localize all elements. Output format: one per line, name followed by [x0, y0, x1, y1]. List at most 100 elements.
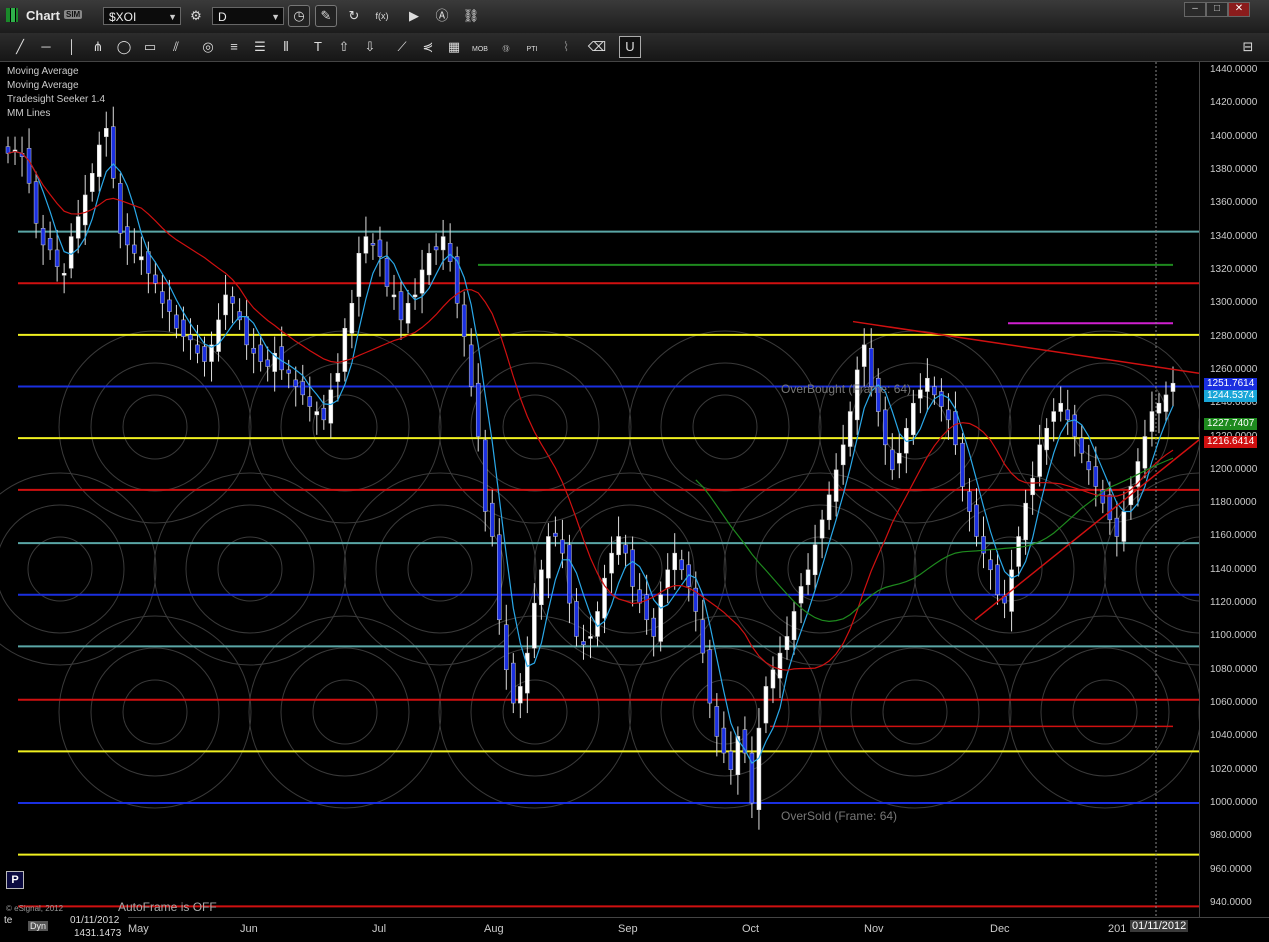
dyn-badge[interactable]: Dyn — [28, 921, 49, 931]
candle-body — [314, 411, 320, 416]
cycle-circle — [248, 615, 442, 809]
candle-body — [195, 344, 200, 354]
text-tool-icon[interactable]: T — [308, 37, 328, 57]
pitchfork-icon[interactable]: ⋔ — [88, 37, 108, 57]
candle-body — [419, 269, 425, 294]
ellipse-icon[interactable]: ◯ — [114, 37, 134, 57]
chart-plot-area[interactable] — [0, 62, 1199, 917]
cycle-circle — [280, 362, 410, 492]
candle-body — [1093, 466, 1099, 487]
candle-body — [1142, 436, 1148, 469]
refresh-icon[interactable]: ↻ — [344, 6, 364, 26]
chevron-down-icon[interactable]: ▼ — [271, 8, 280, 26]
candle-body — [1065, 409, 1070, 421]
study-legend-item[interactable]: MM Lines — [7, 107, 105, 121]
mob-icon[interactable]: MOB — [470, 37, 490, 57]
cycles-icon[interactable]: ◎ — [198, 37, 218, 57]
study-legend-item[interactable]: Moving Average — [7, 65, 105, 79]
history-clock-icon[interactable]: ◷ — [288, 5, 310, 27]
candle-body — [1086, 461, 1092, 471]
vertical-line-icon[interactable]: │ — [62, 37, 82, 57]
candle-body — [75, 216, 81, 239]
cycle-circle — [723, 472, 917, 666]
candle-body — [707, 649, 713, 704]
candle-body — [468, 344, 474, 387]
candle-body — [918, 389, 923, 399]
cycle-circle — [407, 536, 473, 602]
candle-body — [665, 569, 670, 589]
properties-button[interactable]: P — [6, 871, 24, 889]
candle-body — [47, 238, 53, 251]
candle-body — [777, 652, 783, 679]
fib-time-icon[interactable]: ⦀ — [276, 37, 296, 57]
candle-body — [798, 586, 804, 604]
speed-lines-icon[interactable]: ⋞ — [418, 37, 438, 57]
toolbar-options-icon[interactable]: ⊟ — [1238, 37, 1258, 57]
date-tick-label: Aug — [484, 923, 504, 935]
pattern-icon[interactable]: ⌇ — [556, 37, 576, 57]
fib-extension-icon[interactable]: ☰ — [250, 37, 270, 57]
cycle-circle — [122, 679, 188, 745]
candle-body — [426, 253, 432, 276]
window-title: Chart — [26, 8, 60, 23]
date-axis[interactable]: 01/11/2012 May Jun Jul Aug Sep Oct Nov Dec 201 — [0, 917, 1269, 942]
price-tick-label: 1360.0000 — [1210, 197, 1258, 209]
cycle-circle — [1008, 615, 1199, 809]
grid-icon[interactable]: ▦ — [444, 37, 464, 57]
close-button[interactable]: ✕ — [1228, 2, 1250, 17]
play-icon[interactable]: ▶ — [404, 6, 424, 26]
arrow-up-icon[interactable]: ⇧ — [334, 37, 354, 57]
rectangle-icon[interactable]: ▭ — [140, 37, 160, 57]
interval-select[interactable]: D ▼ — [212, 7, 284, 25]
candle-body — [546, 536, 551, 579]
magnet-icon[interactable]: U — [619, 36, 641, 58]
channel-icon[interactable]: ⫽ — [166, 37, 186, 57]
cursor-readout: te 01/11/2012 1431.1473 Dyn — [0, 913, 128, 941]
arrow-down-icon[interactable]: ⇩ — [360, 37, 380, 57]
candle-body — [349, 302, 355, 334]
chevron-down-icon[interactable]: ▼ — [168, 8, 177, 26]
symbol-input[interactable]: $XOI ▼ — [103, 7, 181, 25]
candle-body — [286, 369, 291, 374]
price-flag: 1251.7614 — [1204, 377, 1258, 390]
candle-body — [1023, 502, 1028, 541]
gann-fan-icon[interactable]: ⟋ — [392, 37, 412, 57]
candle-body — [630, 549, 635, 587]
interval-value: D — [218, 10, 227, 24]
price-chart[interactable] — [0, 62, 1199, 917]
link-settings-icon[interactable]: ⚙ — [186, 6, 206, 26]
price-axis[interactable]: 1440.0000 1420.0000 1400.0000 1380.0000 1360… — [1199, 62, 1269, 917]
cycle-circle — [533, 472, 727, 666]
eraser-icon[interactable]: ⌫ — [587, 37, 607, 57]
cycle-circle — [312, 679, 378, 745]
fib-retracement-icon[interactable]: ≡ — [224, 37, 244, 57]
candle-body — [405, 302, 411, 324]
maximize-button[interactable]: □ — [1206, 2, 1228, 17]
study-legend-item[interactable]: Moving Average — [7, 79, 105, 93]
pti-icon[interactable]: PTI — [522, 37, 542, 57]
horizontal-line-icon[interactable]: ─ — [36, 37, 56, 57]
minimize-button[interactable]: – — [1184, 2, 1206, 17]
link-chain-icon[interactable]: ⛓ — [461, 6, 481, 26]
candle-body — [223, 294, 228, 316]
formula-fx-icon[interactable]: f(x) — [372, 6, 392, 26]
candle-body — [805, 569, 811, 586]
candle-body — [111, 126, 116, 179]
cycle-circle — [470, 647, 600, 777]
candle-body — [897, 452, 902, 464]
candle-body — [791, 611, 797, 641]
alert-icon[interactable]: Ⓐ — [432, 6, 452, 26]
candle-body — [258, 344, 263, 362]
candle-body — [623, 544, 628, 554]
candle-body — [5, 146, 11, 154]
candle-body — [174, 314, 179, 329]
candle-body — [756, 727, 762, 810]
price-tick-label: 1040.0000 — [1210, 730, 1258, 742]
candle-body — [307, 396, 313, 407]
trendline-icon[interactable]: ╱ — [10, 37, 30, 57]
price-tick-label: 960.0000 — [1210, 863, 1252, 875]
cycle-13-icon[interactable]: ⑬ — [496, 37, 516, 57]
candle-body — [1156, 402, 1162, 414]
draw-pencil-icon[interactable]: ✎ — [315, 5, 337, 27]
study-legend-item[interactable]: Tradesight Seeker 1.4 — [7, 93, 105, 107]
